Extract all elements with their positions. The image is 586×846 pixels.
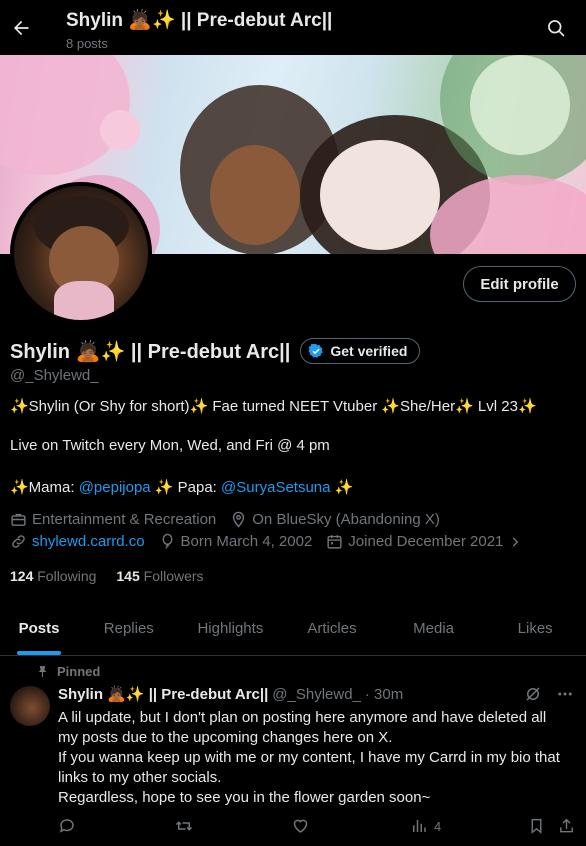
post-time[interactable]: · 30m [365,686,403,703]
followers-label: Followers [143,568,204,584]
views-icon [413,820,426,832]
tab-highlights[interactable]: Highlights [180,601,282,655]
more-icon[interactable] [556,685,574,703]
post-line-5: Regardless, hope to see you in the flowe… [58,789,431,806]
back-button[interactable] [6,13,36,43]
like-icon [293,819,308,833]
website-link[interactable]: shylewd.carrd.co [32,533,145,550]
following-count: 124 [10,568,34,584]
share-icon [560,818,573,833]
mama-link[interactable]: @pepijopa [79,479,151,496]
get-verified-label: Get verified [330,343,408,359]
verified-badge-icon [308,343,324,358]
views-button[interactable]: 4 [410,817,441,835]
papa-link[interactable]: @SuryaSetsuna [221,479,330,496]
like-button[interactable] [291,817,310,835]
meta-birthday: Born March 4, 2002 [159,533,313,550]
following-link[interactable]: 124 Following [10,568,96,584]
location-icon [233,511,245,528]
bio-mama-prefix: ✨Mama: [10,479,79,496]
post-text: A lil update, but I don't plan on postin… [58,708,578,808]
post-author-name[interactable]: Shylin 🙇🏾✨ || Pre-debut Arc|| [58,685,268,703]
briefcase-icon [11,513,26,526]
meta-location-label: On BlueSky (Abandoning X) [252,511,440,528]
bio-line-2: Live on Twitch every Mon, Wed, and Fri @… [10,437,330,454]
calendar-icon [327,535,342,549]
tab-likes[interactable]: Likes [484,601,586,655]
chevron-right-icon [513,536,519,547]
repost-icon [175,821,193,831]
bio-line-1: ✨Shylin (Or Shy for short)✨ Fae turned N… [10,398,537,415]
post-line-4: links to my other socials. [58,769,222,786]
balloon-icon [162,533,173,549]
profile-avatar[interactable] [10,182,152,324]
search-button[interactable] [542,14,570,42]
post-line-3: If you wanna keep up with me or my conte… [58,749,560,766]
followers-count: 145 [116,568,140,584]
back-arrow-icon [14,20,29,36]
followers-link[interactable]: 145 Followers [116,568,203,584]
share-button[interactable] [558,817,575,835]
pinned-label: Pinned [57,664,101,679]
pin-icon [38,666,47,677]
repost-button[interactable] [174,817,194,835]
grok-icon[interactable] [524,685,542,703]
tab-replies[interactable]: Replies [78,601,180,655]
views-count: 4 [434,818,442,834]
profile-handle: @_Shylewd_ [10,367,99,384]
link-icon [12,535,25,548]
bio-line-3: ✨Mama: @pepijopa ✨ Papa: @SuryaSetsuna ✨ [10,478,353,496]
search-icon [548,20,565,37]
post-actions: 4 [58,817,578,839]
meta-category-label: Entertainment & Recreation [32,511,217,528]
tab-articles[interactable]: Articles [281,601,383,655]
following-label: Following [37,568,97,584]
meta-joined[interactable]: Joined December 2021 [326,533,522,550]
top-bar: Shylin 🙇🏾✨ || Pre-debut Arc|| 8 posts [0,0,586,55]
meta-category: Entertainment & Recreation [10,511,216,528]
post-line-2: my posts due to the upcoming changes her… [58,729,393,746]
edit-profile-button[interactable]: Edit profile [463,266,576,302]
bookmark-button[interactable] [528,817,545,835]
profile-tabs: Posts Replies Highlights Articles Media … [0,601,586,656]
header-post-count: 8 posts [66,36,108,51]
post-line-1: A lil update, but I don't plan on postin… [58,709,547,726]
post-author-handle[interactable]: @_Shylewd_ [272,686,361,703]
pinned-post[interactable]: Pinned Shylin 🙇🏾✨ || Pre-debut Arc|| @_S… [0,657,586,846]
header-title: Shylin 🙇🏾✨ || Pre-debut Arc|| [66,10,333,31]
bookmark-icon [531,818,542,834]
bio-papa-prefix: ✨ Papa: [150,479,222,496]
reply-button[interactable] [58,817,76,835]
meta-location: On BlueSky (Abandoning X) [230,511,440,528]
bio-suffix: ✨ [330,479,354,496]
meta-birthday-label: Born March 4, 2002 [180,533,313,550]
tab-posts[interactable]: Posts [0,601,78,655]
tab-media[interactable]: Media [383,601,485,655]
get-verified-button[interactable]: Get verified [300,338,421,364]
meta-website[interactable]: shylewd.carrd.co [10,533,145,550]
profile-display-name: Shylin 🙇🏾✨ || Pre-debut Arc|| [10,340,291,363]
reply-icon [59,819,74,833]
pinned-indicator: Pinned [36,664,100,679]
meta-joined-label: Joined December 2021 [348,533,504,550]
post-avatar[interactable] [10,686,50,726]
